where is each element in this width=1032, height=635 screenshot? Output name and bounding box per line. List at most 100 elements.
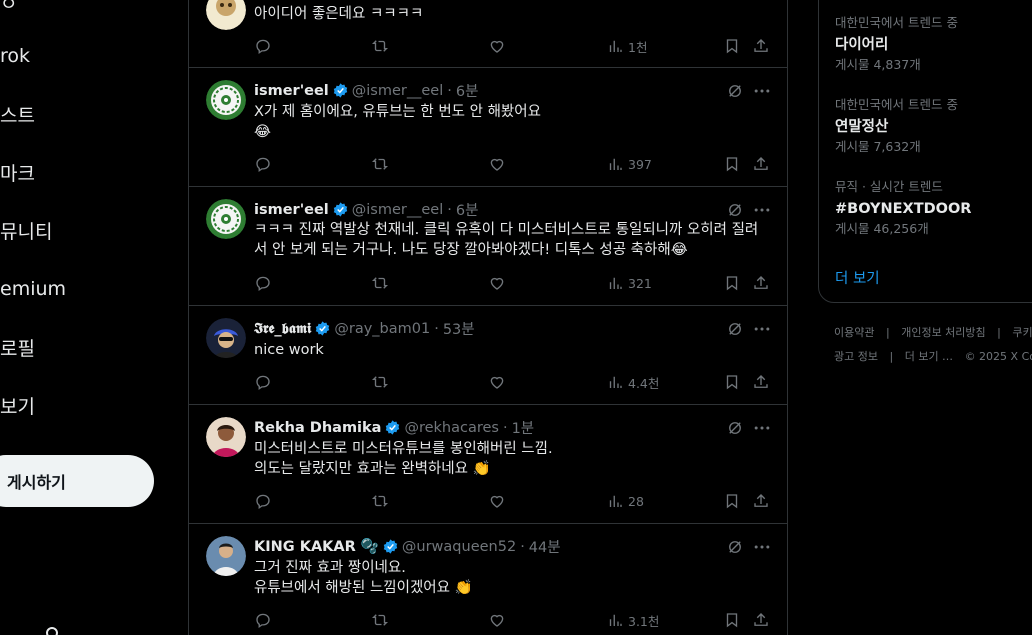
avatar[interactable]	[206, 0, 246, 30]
more-options-icon[interactable]	[752, 319, 772, 339]
retweet-button[interactable]	[371, 273, 389, 293]
reply-icon	[256, 39, 270, 55]
avatar[interactable]	[206, 536, 246, 576]
reply-button[interactable]	[254, 154, 272, 174]
bookmark-button[interactable]	[723, 273, 741, 293]
views-button[interactable]: 3.1천	[606, 610, 659, 630]
like-button[interactable]	[488, 154, 506, 174]
grok-icon[interactable]	[726, 82, 744, 100]
tweet-time[interactable]: 1분	[512, 417, 535, 438]
reply-button[interactable]	[254, 372, 272, 392]
tweet-time[interactable]: 53분	[443, 318, 475, 339]
reply-button[interactable]	[254, 491, 272, 511]
user-handle[interactable]: @ismer__eel	[352, 83, 443, 99]
footer-link-cookies[interactable]: 쿠키 정	[1012, 326, 1032, 339]
user-name[interactable]: KING KAKAR 🫧	[254, 538, 379, 555]
share-button[interactable]	[752, 372, 770, 392]
grok-icon[interactable]	[726, 201, 744, 219]
like-button[interactable]	[488, 610, 506, 630]
show-more-link[interactable]: 더 보기	[835, 267, 880, 288]
retweet-button[interactable]	[371, 610, 389, 630]
trend-category: 대한민국에서 트렌드 중	[835, 97, 958, 112]
avatar[interactable]	[206, 80, 246, 120]
views-button[interactable]: 397	[606, 154, 652, 174]
footer-link-ads[interactable]: 광고 정보	[834, 350, 878, 363]
tweet[interactable]: 아이디어 좋은데요 ㅋㅋㅋㅋ 1천	[189, 0, 787, 68]
tweet[interactable]: KING KAKAR 🫧 @urwaqueen52 · 44분 그거 진짜 효과…	[189, 524, 787, 635]
footer-link-terms[interactable]: 이용약관	[834, 326, 874, 339]
avatar[interactable]	[206, 318, 246, 358]
user-handle[interactable]: @rekhacares	[404, 420, 499, 436]
bookmark-button[interactable]	[723, 36, 741, 56]
more-options-icon[interactable]	[752, 81, 772, 101]
retweet-button[interactable]	[371, 154, 389, 174]
tweet[interactable]: 𝕴𝖗𝖊_𝖇𝖆𝖒𝖎 @ray_bam01 · 53분 nice work 4.4천	[189, 306, 787, 405]
like-button[interactable]	[488, 36, 506, 56]
views-icon	[609, 277, 622, 289]
nav-item-premium[interactable]: emium	[0, 269, 66, 309]
user-handle[interactable]: @urwaqueen52	[402, 539, 516, 555]
user-name[interactable]: Rekha Dhamika	[254, 420, 381, 436]
reply-button[interactable]	[254, 36, 272, 56]
retweet-button[interactable]	[371, 372, 389, 392]
trends-panel: 대한민국에서 트렌드 중 다이어리 게시물 4,837개 대한민국에서 트렌드 …	[818, 0, 1032, 303]
bookmark-button[interactable]	[723, 154, 741, 174]
tweet-time[interactable]: 44분	[529, 536, 561, 557]
share-button[interactable]	[752, 36, 770, 56]
grok-icon[interactable]	[726, 538, 744, 556]
footer-link-privacy[interactable]: 개인정보 처리방침	[901, 326, 985, 339]
views-button[interactable]: 28	[606, 491, 644, 511]
retweet-button[interactable]	[371, 491, 389, 511]
views-button[interactable]: 4.4천	[606, 372, 659, 392]
retweet-button[interactable]	[371, 36, 389, 56]
bookmark-icon	[726, 375, 738, 390]
user-handle[interactable]: @ray_bam01	[334, 321, 430, 337]
grok-icon[interactable]	[726, 320, 744, 338]
tweet[interactable]: ismer'eel @ismer__eel · 6분 X가 제 홈이에요, 유튜…	[189, 68, 787, 187]
more-options-icon[interactable]	[752, 418, 772, 438]
share-button[interactable]	[752, 273, 770, 293]
user-name[interactable]: ismer'eel	[254, 83, 329, 99]
bookmark-button[interactable]	[723, 491, 741, 511]
nav-item-communities[interactable]: 뮤니티	[0, 210, 52, 250]
reply-button[interactable]	[254, 273, 272, 293]
share-icon	[754, 613, 768, 626]
avatar[interactable]	[206, 417, 246, 457]
user-name[interactable]: 𝕴𝖗𝖊_𝖇𝖆𝖒𝖎	[254, 321, 311, 337]
user-handle[interactable]: @ismer__eel	[352, 202, 443, 218]
nav-item-partial-top[interactable]: ㅇ	[0, 0, 17, 22]
account-avatar-partial[interactable]	[46, 627, 58, 635]
share-button[interactable]	[752, 491, 770, 511]
nav-item-bookmarks[interactable]: 마크	[0, 152, 35, 192]
nav-item-lists[interactable]: 스트	[0, 94, 35, 134]
avatar[interactable]	[206, 199, 246, 239]
like-button[interactable]	[488, 273, 506, 293]
like-button[interactable]	[488, 491, 506, 511]
views-button[interactable]: 1천	[606, 36, 647, 56]
trend-item[interactable]: 대한민국에서 트렌드 중 다이어리 게시물 4,837개	[835, 15, 958, 73]
nav-item-grok[interactable]: rok	[0, 36, 30, 76]
share-button[interactable]	[752, 154, 770, 174]
tweet[interactable]: ismer'eel @ismer__eel · 6분 ㅋㅋㅋ 진짜 역발상 천재…	[189, 187, 787, 306]
nav-item-more[interactable]: 보기	[0, 385, 35, 425]
views-button[interactable]: 321	[606, 273, 652, 293]
footer-link-more[interactable]: 더 보기 …	[905, 350, 953, 363]
tweet-text-line: X가 제 홈이에요, 유튜브는 한 번도 안 해봤어요	[254, 104, 541, 120]
user-name[interactable]: ismer'eel	[254, 202, 329, 218]
more-options-icon[interactable]	[752, 537, 772, 557]
bookmark-button[interactable]	[723, 610, 741, 630]
post-button[interactable]: 게시하기	[0, 455, 154, 507]
nav-item-profile[interactable]: 로필	[0, 327, 35, 367]
bookmark-button[interactable]	[723, 372, 741, 392]
trend-item[interactable]: 뮤직 · 실시간 트렌드 #BOYNEXTDOOR 게시물 46,256개	[835, 179, 971, 237]
like-button[interactable]	[488, 372, 506, 392]
views-count: 397	[628, 156, 652, 172]
tweet[interactable]: Rekha Dhamika @rekhacares · 1분 미스터비스트로 미…	[189, 405, 787, 524]
tweet-time[interactable]: 6분	[456, 199, 479, 220]
reply-button[interactable]	[254, 610, 272, 630]
trend-item[interactable]: 대한민국에서 트렌드 중 연말정산 게시물 7,632개	[835, 97, 958, 155]
tweet-time[interactable]: 6분	[456, 80, 479, 101]
grok-icon[interactable]	[726, 419, 744, 437]
more-options-icon[interactable]	[752, 200, 772, 220]
share-button[interactable]	[752, 610, 770, 630]
